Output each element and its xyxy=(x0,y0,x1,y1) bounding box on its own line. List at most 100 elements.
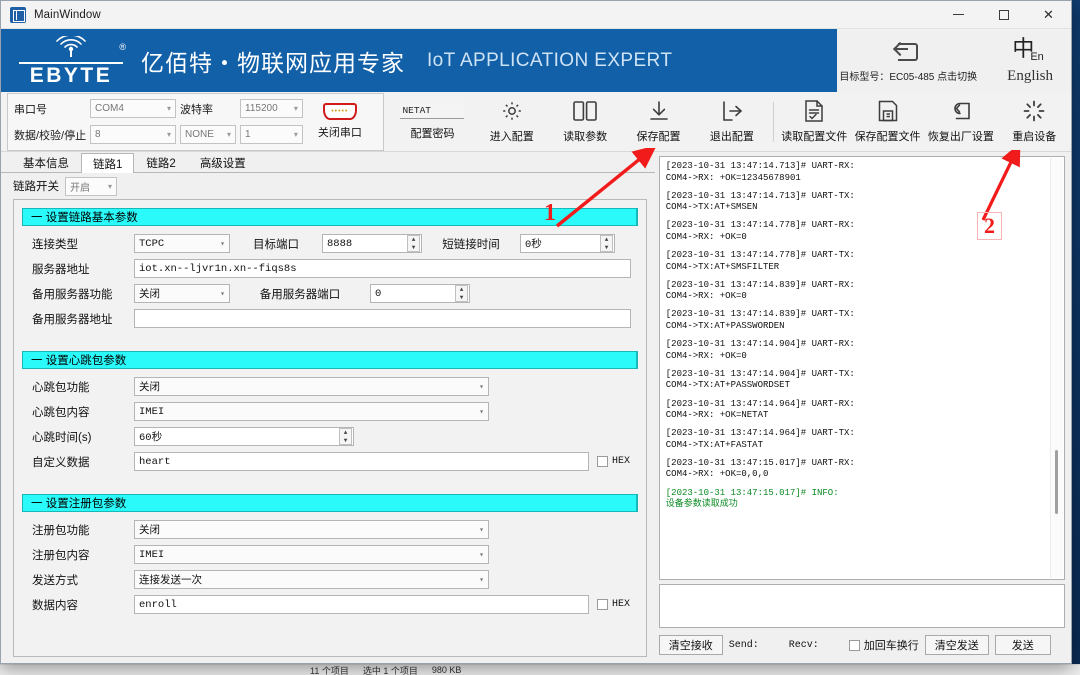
book-icon xyxy=(572,99,598,123)
chevron-down-icon: ▾ xyxy=(216,239,225,249)
send-input-area[interactable] xyxy=(659,584,1065,628)
backup-server-port-value: 0 xyxy=(375,288,381,300)
register-content-select[interactable]: IMEI ▾ xyxy=(134,545,489,564)
status-size: 980 KB xyxy=(432,665,462,675)
log-scrollbar[interactable] xyxy=(1050,158,1063,578)
tab-advanced-settings[interactable]: 高级设置 xyxy=(188,152,258,172)
link-switch-row: 链路开关 开启 ▾ xyxy=(1,173,655,199)
log-entry-header: [2023-10-31 13:47:15.017]# INFO: xyxy=(666,488,1058,500)
status-item-count: 11 个项目 xyxy=(310,664,349,675)
register-function-value: 关闭 xyxy=(139,522,160,537)
log-entry-header: [2023-10-31 13:47:14.964]# UART-RX: xyxy=(666,399,1058,411)
link-switch-value: 开启 xyxy=(70,179,90,194)
read-config-file-button[interactable]: 读取配置文件 xyxy=(778,93,851,151)
server-address-label: 服务器地址 xyxy=(22,261,134,277)
language-toggle[interactable]: 中En English xyxy=(1007,37,1053,85)
append-crlf-checkbox[interactable]: 加回车换行 xyxy=(849,637,919,653)
logo-text: EBYTE xyxy=(19,62,123,86)
register-mode-select[interactable]: 连接发送一次 ▾ xyxy=(134,570,489,589)
title-bar: MainWindow ✕ xyxy=(1,1,1071,29)
tab-basic-info[interactable]: 基本信息 xyxy=(11,152,81,172)
parity-select[interactable]: NONE ▾ xyxy=(180,125,236,144)
backup-server-address-input[interactable] xyxy=(134,309,631,328)
close-serial-port-label: 关闭串口 xyxy=(318,124,362,140)
close-button[interactable]: ✕ xyxy=(1026,1,1071,29)
log-output[interactable]: [2023-10-31 13:47:14.713]# UART-RX:COM4-… xyxy=(659,156,1065,580)
register-function-select[interactable]: 关闭 ▾ xyxy=(134,520,489,539)
heartbeat-time-stepper[interactable]: ▲▼ xyxy=(339,428,352,445)
heartbeat-time-input[interactable]: 60秒 ▲▼ xyxy=(134,427,354,446)
main-toolbar: 串口号 COM4 ▾ 波特率 115200 ▾ 数据/校验/停止 8 ▾ xyxy=(1,92,1071,152)
tab-link1[interactable]: 链路1 xyxy=(81,153,134,173)
log-entry-header: [2023-10-31 13:47:14.839]# UART-RX: xyxy=(666,280,1058,292)
backup-server-port-stepper[interactable]: ▲▼ xyxy=(455,285,468,302)
target-port-stepper[interactable]: ▲▼ xyxy=(407,235,420,252)
short-connection-input[interactable]: 0秒 ▲▼ xyxy=(520,234,615,253)
config-password-input[interactable] xyxy=(400,103,464,119)
restart-device-button[interactable]: 重启设备 xyxy=(998,93,1071,151)
clear-receive-button[interactable]: 清空接收 xyxy=(659,635,723,655)
log-entry: [2023-10-31 13:47:14.839]# UART-TX:COM4-… xyxy=(666,309,1058,332)
heartbeat-custom-label: 自定义数据 xyxy=(22,454,134,470)
enter-config-button[interactable]: 进入配置 xyxy=(475,93,548,151)
log-entry-body: COM4->RX: +OK=0 xyxy=(666,351,1058,363)
heartbeat-custom-input[interactable]: heart xyxy=(134,452,589,471)
heartbeat-time-value: 60秒 xyxy=(139,429,162,444)
language-icon: 中En xyxy=(1012,37,1047,65)
frame-format-label: 数据/校验/停止 xyxy=(14,127,86,143)
link-switch-select[interactable]: 开启 ▾ xyxy=(65,177,117,196)
save-config-button[interactable]: 保存配置 xyxy=(622,93,695,151)
close-serial-port-button[interactable]: ••••• 关闭串口 xyxy=(303,103,377,140)
register-hex-checkbox[interactable]: HEX xyxy=(597,599,630,610)
backup-server-port-input[interactable]: 0 ▲▼ xyxy=(370,284,470,303)
log-entry: [2023-10-31 13:47:14.713]# UART-RX:COM4-… xyxy=(666,161,1058,184)
heartbeat-content-value: IMEI xyxy=(139,406,164,418)
stop-bits-select[interactable]: 1 ▾ xyxy=(240,125,303,144)
read-params-button[interactable]: 读取参数 xyxy=(548,93,621,151)
register-data-input[interactable]: enroll xyxy=(134,595,589,614)
register-mode-label: 发送方式 xyxy=(22,572,134,588)
maximize-button[interactable] xyxy=(981,1,1026,29)
window-body: 基本信息 链路1 链路2 高级设置 链路开关 开启 ▾ 一 设置链路基本参数 xyxy=(1,152,1071,663)
chevron-down-icon: ▾ xyxy=(475,382,484,392)
restore-icon xyxy=(949,99,973,123)
status-selected-count: 选中 1 个项目 xyxy=(363,664,418,675)
clear-send-button[interactable]: 清空发送 xyxy=(925,635,989,655)
heartbeat-hex-checkbox[interactable]: HEX xyxy=(597,456,630,467)
log-entry-body: COM4->RX: +OK=0,0,0 xyxy=(666,469,1058,481)
data-bits-select[interactable]: 8 ▾ xyxy=(90,125,176,144)
factory-reset-label: 恢复出厂设置 xyxy=(928,128,994,144)
save-config-file-button[interactable]: 保存配置文件 xyxy=(851,93,924,151)
form-row-heartbeat-time: 心跳时间(s) 60秒 ▲▼ xyxy=(22,426,638,447)
tab-link2[interactable]: 链路2 xyxy=(134,152,187,172)
target-model-switch[interactable]: 目标型号：EC05-485 点击切换 xyxy=(839,39,977,83)
factory-reset-button[interactable]: 恢复出厂设置 xyxy=(924,93,997,151)
heartbeat-function-select[interactable]: 关闭 ▾ xyxy=(134,377,489,396)
connection-type-select[interactable]: TCPC ▾ xyxy=(134,234,230,253)
form-row-server-address: 服务器地址 iot.xn--ljvr1n.xn--fiqs8s xyxy=(22,258,638,279)
target-port-input[interactable]: 8888 ▲▼ xyxy=(322,234,422,253)
form-row-backup-server: 备用服务器功能 关闭 ▾ 备用服务器端口 0 ▲▼ xyxy=(22,283,638,304)
restart-device-label: 重启设备 xyxy=(1012,128,1056,144)
restart-icon xyxy=(1022,99,1046,123)
form-row-heartbeat-function: 心跳包功能 关闭 ▾ xyxy=(22,376,638,397)
serial-port-select[interactable]: COM4 ▾ xyxy=(90,99,176,118)
backup-server-port-label: 备用服务器端口 xyxy=(230,286,370,302)
baud-rate-select[interactable]: 115200 ▾ xyxy=(240,99,303,118)
log-scrollbar-thumb[interactable] xyxy=(1055,450,1058,514)
send-button[interactable]: 发送 xyxy=(995,635,1051,655)
server-address-input[interactable]: iot.xn--ljvr1n.xn--fiqs8s xyxy=(134,259,631,278)
minimize-button[interactable] xyxy=(936,1,981,29)
log-entry-body: COM4->TX:AT+FASTAT xyxy=(666,440,1058,452)
form-row-heartbeat-content: 心跳包内容 IMEI ▾ xyxy=(22,401,638,422)
log-entry: [2023-10-31 13:47:14.778]# UART-TX:COM4-… xyxy=(666,250,1058,273)
heartbeat-content-select[interactable]: IMEI ▾ xyxy=(134,402,489,421)
data-bits-value: 8 xyxy=(95,129,101,140)
heartbeat-function-label: 心跳包功能 xyxy=(22,379,134,395)
exit-config-button[interactable]: 退出配置 xyxy=(695,93,768,151)
connection-type-value: TCPC xyxy=(139,238,164,250)
short-connection-label: 短链接时间 xyxy=(422,236,520,252)
register-content-label: 注册包内容 xyxy=(22,547,134,563)
backup-server-function-select[interactable]: 关闭 ▾ xyxy=(134,284,230,303)
short-connection-stepper[interactable]: ▲▼ xyxy=(600,235,613,252)
